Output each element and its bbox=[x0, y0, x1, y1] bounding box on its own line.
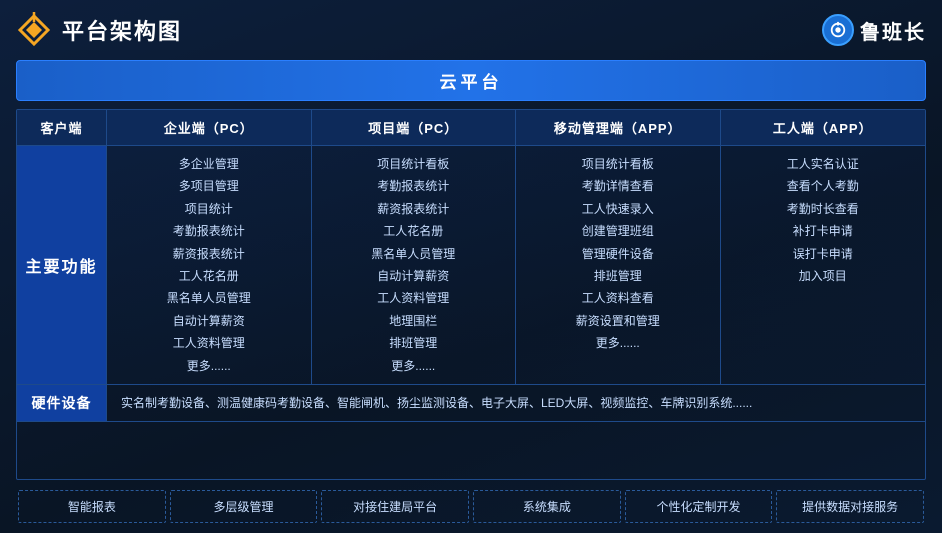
list-item: 补打卡申请 bbox=[793, 221, 853, 241]
list-item: 黑名单人员管理 bbox=[371, 244, 455, 264]
header-left: 平台架构图 bbox=[16, 12, 182, 48]
list-item: 工人花名册 bbox=[179, 266, 239, 286]
list-item: 工人花名册 bbox=[383, 221, 443, 241]
hardware-content: 实名制考勤设备、测温健康码考勤设备、智能闸机、扬尘监测设备、电子大屏、LED大屏… bbox=[107, 385, 925, 422]
list-item: 自动计算薪资 bbox=[173, 311, 245, 331]
list-item: 排班管理 bbox=[594, 266, 642, 286]
list-item: 查看个人考勤 bbox=[787, 176, 859, 196]
logo-icon bbox=[16, 12, 52, 48]
feature-item-1: 智能报表 bbox=[18, 490, 166, 523]
col-header-worker: 工人端（APP） bbox=[721, 110, 926, 146]
brand-icon bbox=[822, 14, 854, 46]
brand-name: 鲁班长 bbox=[860, 16, 926, 45]
brand-logo: 鲁班长 bbox=[822, 14, 926, 46]
worker-features: 工人实名认证 查看个人考勤 考勤时长查看 补打卡申请 误打卡申请 加入项目 bbox=[721, 146, 926, 385]
list-item: 更多...... bbox=[596, 333, 640, 353]
main-table: 客户端 企业端（PC） 项目端（PC） 移动管理端（APP） 工人端（APP） … bbox=[16, 109, 926, 480]
mobile-features: 项目统计看板 考勤详情查看 工人快速录入 创建管理班组 管理硬件设备 排班管理 … bbox=[516, 146, 721, 385]
list-item: 工人资料管理 bbox=[377, 288, 449, 308]
list-item: 多企业管理 bbox=[179, 154, 239, 174]
list-item: 考勤报表统计 bbox=[173, 221, 245, 241]
list-item: 多项目管理 bbox=[179, 176, 239, 196]
feature-item-4: 系统集成 bbox=[473, 490, 621, 523]
list-item: 自动计算薪资 bbox=[377, 266, 449, 286]
list-item: 薪资设置和管理 bbox=[576, 311, 660, 331]
list-item: 项目统计看板 bbox=[377, 154, 449, 174]
content-row: 主要功能 多企业管理 多项目管理 项目统计 考勤报表统计 薪资报表统计 工人花名… bbox=[17, 146, 925, 385]
list-item: 工人实名认证 bbox=[787, 154, 859, 174]
page-wrapper: 平台架构图 鲁班长 云平台 客户端 企业端（PC） 项目端（PC） 移动管理端（… bbox=[0, 0, 942, 533]
main-function-label: 主要功能 bbox=[17, 146, 107, 385]
feature-item-6: 提供数据对接服务 bbox=[776, 490, 924, 523]
hardware-row: 硬件设备 实名制考勤设备、测温健康码考勤设备、智能闸机、扬尘监测设备、电子大屏、… bbox=[17, 385, 925, 422]
feature-item-3: 对接住建局平台 bbox=[321, 490, 469, 523]
cloud-banner: 云平台 bbox=[16, 60, 926, 101]
list-item: 考勤报表统计 bbox=[377, 176, 449, 196]
enterprise-features: 多企业管理 多项目管理 项目统计 考勤报表统计 薪资报表统计 工人花名册 黑名单… bbox=[107, 146, 312, 385]
col-header-enterprise: 企业端（PC） bbox=[107, 110, 312, 146]
list-item: 黑名单人员管理 bbox=[167, 288, 251, 308]
list-item: 工人快速录入 bbox=[582, 199, 654, 219]
list-item: 考勤时长查看 bbox=[787, 199, 859, 219]
list-item: 管理硬件设备 bbox=[582, 244, 654, 264]
list-item: 考勤详情查看 bbox=[582, 176, 654, 196]
features-row: 智能报表 多层级管理 对接住建局平台 系统集成 个性化定制开发 提供数据对接服务 bbox=[16, 490, 926, 523]
project-features: 项目统计看板 考勤报表统计 薪资报表统计 工人花名册 黑名单人员管理 自动计算薪… bbox=[312, 146, 517, 385]
col-header-mobile: 移动管理端（APP） bbox=[516, 110, 721, 146]
list-item: 加入项目 bbox=[799, 266, 847, 286]
list-item: 薪资报表统计 bbox=[377, 199, 449, 219]
hardware-label: 硬件设备 bbox=[17, 385, 107, 422]
list-item: 更多...... bbox=[187, 356, 231, 376]
list-item: 更多...... bbox=[391, 356, 435, 376]
col-header-client: 客户端 bbox=[17, 110, 107, 146]
list-item: 排班管理 bbox=[389, 333, 437, 353]
list-item: 误打卡申请 bbox=[793, 244, 853, 264]
list-item: 工人资料查看 bbox=[582, 288, 654, 308]
col-header-project: 项目端（PC） bbox=[312, 110, 517, 146]
list-item: 地理围栏 bbox=[389, 311, 437, 331]
header: 平台架构图 鲁班长 bbox=[16, 10, 926, 52]
list-item: 项目统计 bbox=[185, 199, 233, 219]
list-item: 项目统计看板 bbox=[582, 154, 654, 174]
feature-item-5: 个性化定制开发 bbox=[625, 490, 773, 523]
list-item: 工人资料管理 bbox=[173, 333, 245, 353]
feature-item-2: 多层级管理 bbox=[170, 490, 318, 523]
list-item: 薪资报表统计 bbox=[173, 244, 245, 264]
list-item: 创建管理班组 bbox=[582, 221, 654, 241]
page-title: 平台架构图 bbox=[62, 14, 182, 46]
col-headers: 客户端 企业端（PC） 项目端（PC） 移动管理端（APP） 工人端（APP） bbox=[17, 110, 925, 146]
